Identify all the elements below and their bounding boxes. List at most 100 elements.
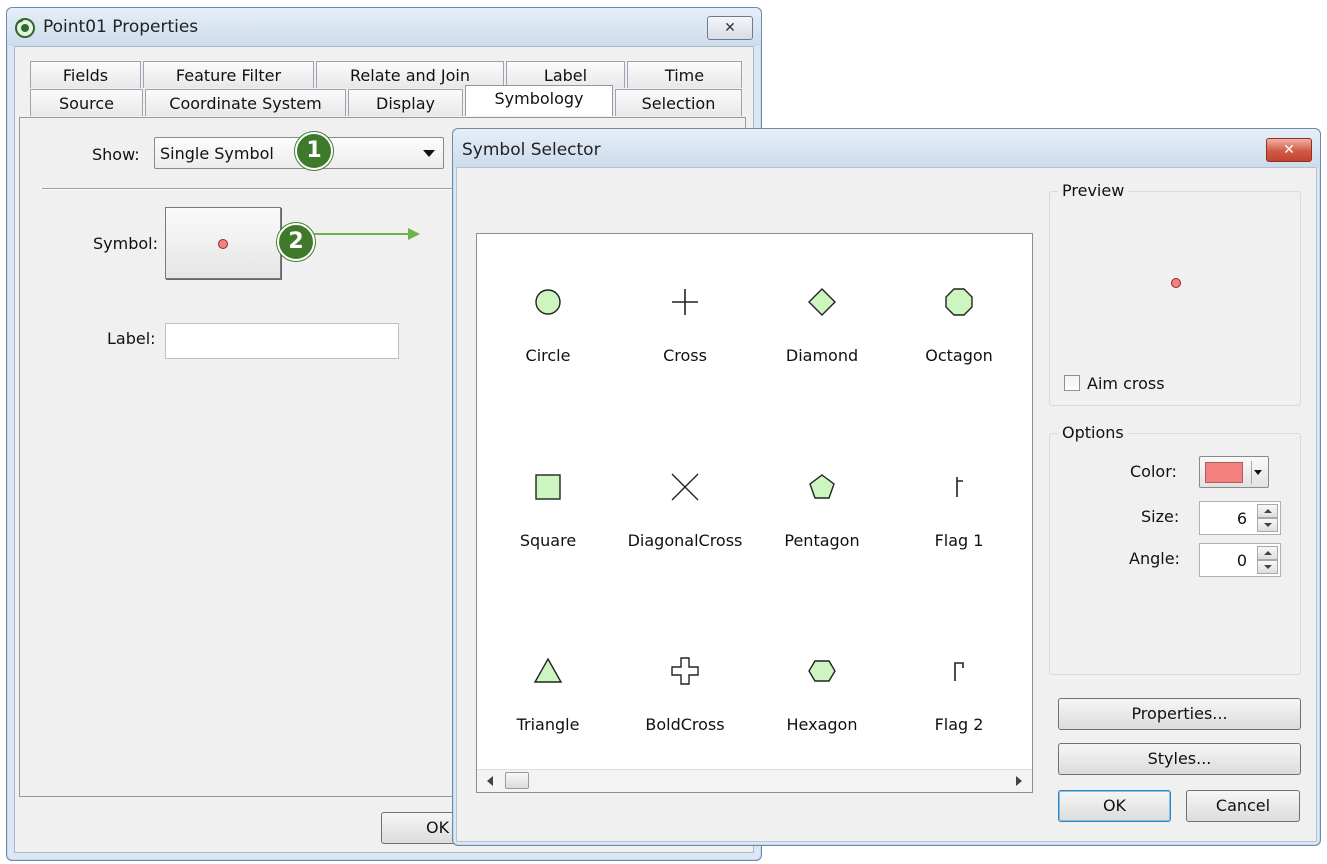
chevron-down-icon	[1254, 470, 1262, 475]
tab-source[interactable]: Source	[30, 89, 143, 116]
symbol-item-octagon[interactable]: Octagon	[890, 286, 1028, 396]
angle-stepper[interactable]: 0	[1199, 543, 1281, 577]
tab-label[interactable]: Label	[506, 61, 625, 88]
show-dropdown-value: Single Symbol	[160, 144, 274, 163]
tab-selection[interactable]: Selection	[615, 89, 742, 116]
symbol-name: DiagonalCross	[627, 531, 743, 550]
cancel-button[interactable]: Cancel	[1186, 790, 1300, 822]
close-icon: ✕	[1283, 142, 1295, 158]
symbol-name: Cross	[663, 346, 707, 365]
symbol-name: Square	[519, 531, 577, 550]
color-divider	[1251, 461, 1252, 484]
gallery-scrollbar[interactable]	[477, 769, 1032, 792]
symbol-name: Triangle	[516, 715, 580, 734]
symbol-name: Circle	[525, 346, 571, 365]
tab-time[interactable]: Time	[627, 61, 742, 88]
preview-title: Preview	[1058, 181, 1129, 200]
symbol-label: Symbol:	[93, 234, 158, 253]
angle-down-button[interactable]	[1257, 560, 1278, 574]
styles-button[interactable]: Styles...	[1058, 743, 1301, 775]
chevron-down-icon	[1264, 565, 1272, 569]
ok-button[interactable]: OK	[1058, 790, 1171, 822]
flag1-icon	[956, 477, 963, 497]
tab-coordinate-system[interactable]: Coordinate System	[145, 89, 346, 116]
symbol-item-flag2[interactable]: Flag 2	[890, 655, 1028, 765]
chevron-up-icon	[1264, 551, 1272, 555]
hexagon-icon	[808, 660, 836, 682]
angle-up-button[interactable]	[1257, 546, 1278, 560]
symbol-name: BoldCross	[645, 715, 725, 734]
flag2-icon	[954, 662, 964, 681]
symbol-item-diagonalcross[interactable]: DiagonalCross	[616, 471, 754, 581]
symbol-gallery: Circle Cross Diamond Octagon Square Diag…	[476, 233, 1033, 793]
selector-titlebar[interactable]: Symbol Selector ✕	[453, 129, 1320, 167]
separator	[42, 188, 462, 190]
symbol-item-square[interactable]: Square	[479, 471, 617, 581]
symbol-name: Pentagon	[784, 531, 860, 550]
symbol-item-boldcross[interactable]: BoldCross	[616, 655, 754, 765]
size-label: Size:	[1141, 507, 1180, 526]
label-input[interactable]	[165, 323, 399, 359]
symbol-item-diamond[interactable]: Diamond	[753, 286, 891, 396]
color-label: Color:	[1130, 462, 1177, 481]
selector-client: Circle Cross Diamond Octagon Square Diag…	[456, 167, 1317, 842]
angle-value: 0	[1236, 551, 1247, 570]
arrow-right-icon	[408, 228, 420, 240]
properties-title: Point01 Properties	[43, 17, 199, 37]
close-icon: ✕	[724, 20, 736, 36]
scroll-thumb[interactable]	[505, 772, 529, 789]
symbol-preview-dot	[218, 239, 228, 249]
circle-icon	[535, 289, 561, 315]
app-icon	[15, 18, 35, 38]
symbol-item-pentagon[interactable]: Pentagon	[753, 471, 891, 581]
preview-group: Preview Aim cross	[1049, 181, 1301, 406]
scroll-left-icon[interactable]	[487, 776, 493, 786]
tab-display[interactable]: Display	[348, 89, 463, 116]
tab-relate-and-join[interactable]: Relate and Join	[316, 61, 504, 88]
size-down-button[interactable]	[1257, 518, 1278, 532]
symbol-name: Hexagon	[786, 715, 858, 734]
symbol-name: Octagon	[925, 346, 993, 365]
selector-close-button[interactable]: ✕	[1266, 138, 1312, 162]
callout-arrow-line	[314, 233, 410, 235]
chevron-up-icon	[1264, 509, 1272, 513]
label-label: Label:	[107, 329, 156, 348]
size-stepper[interactable]: 6	[1199, 501, 1281, 535]
color-picker-button[interactable]	[1199, 456, 1269, 488]
show-label: Show:	[92, 145, 140, 164]
cross-icon	[672, 289, 698, 315]
symbol-item-cross[interactable]: Cross	[616, 286, 754, 396]
callout-badge-1: 1	[295, 132, 333, 170]
symbol-name: Diamond	[785, 346, 859, 365]
callout-badge-2: 2	[277, 223, 315, 261]
chevron-down-icon	[423, 150, 435, 157]
symbol-button[interactable]	[165, 207, 281, 279]
options-title: Options	[1058, 423, 1128, 442]
chevron-down-icon	[1264, 523, 1272, 527]
octagon-icon	[945, 288, 973, 316]
properties-close-button[interactable]: ✕	[707, 16, 753, 40]
pentagon-icon	[809, 474, 835, 499]
aim-cross-checkbox[interactable]	[1064, 375, 1080, 391]
tab-fields[interactable]: Fields	[30, 61, 141, 88]
angle-label: Angle:	[1129, 549, 1180, 568]
tab-feature-filter[interactable]: Feature Filter	[143, 61, 314, 88]
symbol-item-flag1[interactable]: Flag 1	[890, 471, 1028, 581]
tab-symbology[interactable]: Symbology	[465, 85, 613, 116]
aim-cross-label: Aim cross	[1087, 374, 1165, 393]
symbol-item-hexagon[interactable]: Hexagon	[753, 655, 891, 765]
size-up-button[interactable]	[1257, 504, 1278, 518]
diamond-icon	[808, 288, 836, 316]
properties-button[interactable]: Properties...	[1058, 698, 1301, 730]
symbol-name: Flag 1	[934, 531, 984, 550]
preview-dot	[1171, 278, 1181, 288]
symbol-item-triangle[interactable]: Triangle	[479, 655, 617, 765]
triangle-icon	[533, 657, 563, 683]
properties-titlebar[interactable]: Point01 Properties ✕	[7, 8, 761, 46]
symbol-item-circle[interactable]: Circle	[479, 286, 617, 396]
symbol-selector-window: Symbol Selector ✕ Circle Cross Diamond O…	[452, 128, 1321, 846]
scroll-right-icon[interactable]	[1016, 776, 1022, 786]
color-swatch	[1205, 462, 1243, 483]
square-icon	[535, 474, 561, 500]
symbol-name: Flag 2	[934, 715, 984, 734]
